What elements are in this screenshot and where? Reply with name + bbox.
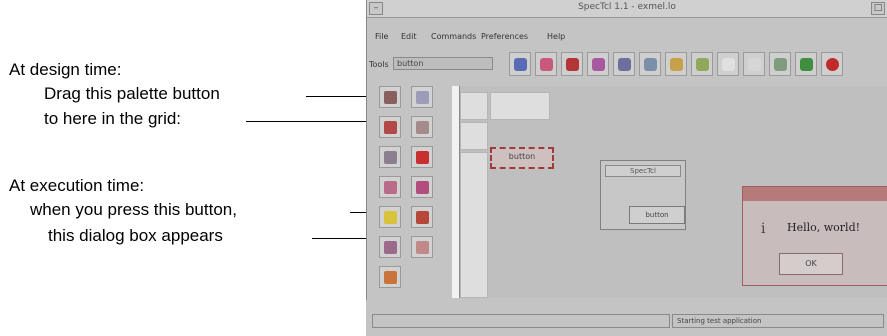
toolbar-frame-icon[interactable] (509, 52, 531, 76)
palette-radiobutton-icon[interactable] (411, 116, 433, 138)
design-time-heading: At design time: (9, 60, 122, 79)
toolbar-label-icon[interactable] (535, 52, 557, 76)
design-time-step-drag: Drag this palette button (44, 84, 220, 103)
toolbar-menubutton-icon[interactable] (665, 52, 687, 76)
grid-cell[interactable] (490, 92, 550, 120)
palette-listbox-icon[interactable] (379, 176, 401, 198)
grid-button-widget[interactable]: button (490, 147, 554, 169)
toolbar-listbox-icon[interactable] (743, 52, 765, 76)
palette-frame-icon[interactable] (411, 236, 433, 258)
test-application-window: SpecTcl button (600, 160, 686, 230)
palette-menubutton-icon[interactable] (379, 206, 401, 228)
canvas-scrollbar[interactable] (452, 86, 460, 298)
palette-canvas-icon[interactable] (411, 206, 433, 228)
execution-time-heading: At execution time: (9, 176, 145, 195)
toolbar-canvas-icon[interactable] (769, 52, 791, 76)
menu-edit[interactable]: Edit (401, 32, 417, 41)
toolbar-text-icon[interactable] (561, 52, 583, 76)
tools-field[interactable]: button (393, 57, 493, 70)
grid-cell[interactable] (460, 122, 488, 150)
palette-label-icon[interactable] (411, 86, 433, 108)
menubar: File Edit Commands Preferences Help (367, 18, 887, 46)
toolbar-test-icon[interactable] (795, 52, 817, 76)
menu-preferences[interactable]: Preferences (481, 32, 528, 41)
palette-entry-icon[interactable] (379, 146, 401, 168)
toolbar-scale-icon[interactable] (613, 52, 635, 76)
toolbar-radiobutton-icon[interactable] (691, 52, 713, 76)
menu-help[interactable]: Help (547, 32, 565, 41)
palette-checkbutton-icon[interactable] (379, 116, 401, 138)
palette-scale-icon[interactable] (411, 176, 433, 198)
palette-text-icon[interactable] (379, 266, 401, 288)
execution-time-step-press: when you press this button, (30, 200, 237, 219)
test-application-button[interactable]: button (629, 206, 685, 224)
info-icon: i (761, 221, 766, 237)
palette-message-icon[interactable] (411, 146, 433, 168)
window-titlebar: – SpecTcl 1.1 - exmel.lo □ (367, 0, 887, 18)
tools-row: Tools button (367, 48, 887, 86)
palette-scrollbar-icon[interactable] (379, 236, 401, 258)
widget-palette (375, 86, 445, 296)
toolbar-checkbutton-icon[interactable] (717, 52, 739, 76)
tools-label: Tools (369, 60, 389, 69)
toolbar-stop-icon[interactable] (821, 52, 843, 76)
palette-button-icon[interactable] (379, 86, 401, 108)
grid-cell[interactable] (460, 92, 488, 120)
hello-dialog: i Hello, world! OK (742, 186, 887, 286)
window-maximize-icon[interactable]: □ (871, 2, 885, 15)
execution-time-step-dialog: this dialog box appears (48, 226, 223, 245)
dialog-message: Hello, world! (787, 221, 861, 234)
grid-cell[interactable] (460, 152, 488, 298)
dialog-titlebar (743, 187, 887, 201)
menu-file[interactable]: File (375, 32, 388, 41)
menu-commands[interactable]: Commands (431, 32, 476, 41)
dialog-ok-button[interactable]: OK (779, 253, 843, 275)
window-title: SpecTcl 1.1 - exmel.lo (578, 2, 676, 12)
test-application-title: SpecTcl (605, 165, 681, 177)
design-time-step-grid: to here in the grid: (44, 109, 182, 128)
toolbar-scrollbar-icon[interactable] (639, 52, 661, 76)
toolbar-entry-icon[interactable] (587, 52, 609, 76)
